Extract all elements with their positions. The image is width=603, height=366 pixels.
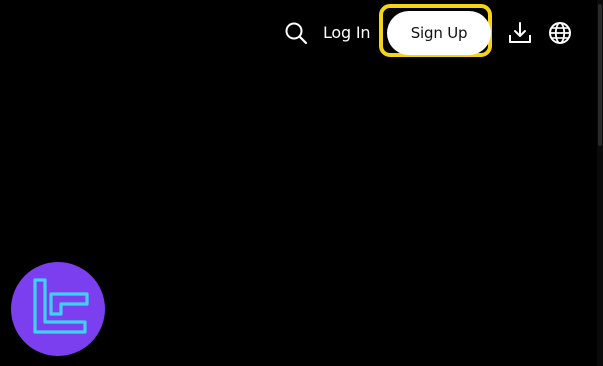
language-button[interactable] (548, 21, 572, 45)
search-icon (285, 22, 308, 45)
signup-button[interactable]: Sign Up (387, 11, 491, 55)
globe-icon (549, 22, 571, 44)
page: Log In Sign Up (0, 0, 603, 366)
scrollbar-thumb[interactable] (598, 4, 602, 146)
brand-logo-badge[interactable] (11, 262, 105, 356)
brand-logo-icon (33, 278, 89, 334)
download-app-button[interactable] (508, 21, 532, 45)
download-icon (509, 22, 531, 43)
top-navigation: Log In Sign Up (0, 0, 603, 66)
page-scrollbar[interactable] (597, 0, 603, 366)
login-link[interactable]: Log In (323, 22, 371, 44)
search-button[interactable] (284, 21, 308, 45)
